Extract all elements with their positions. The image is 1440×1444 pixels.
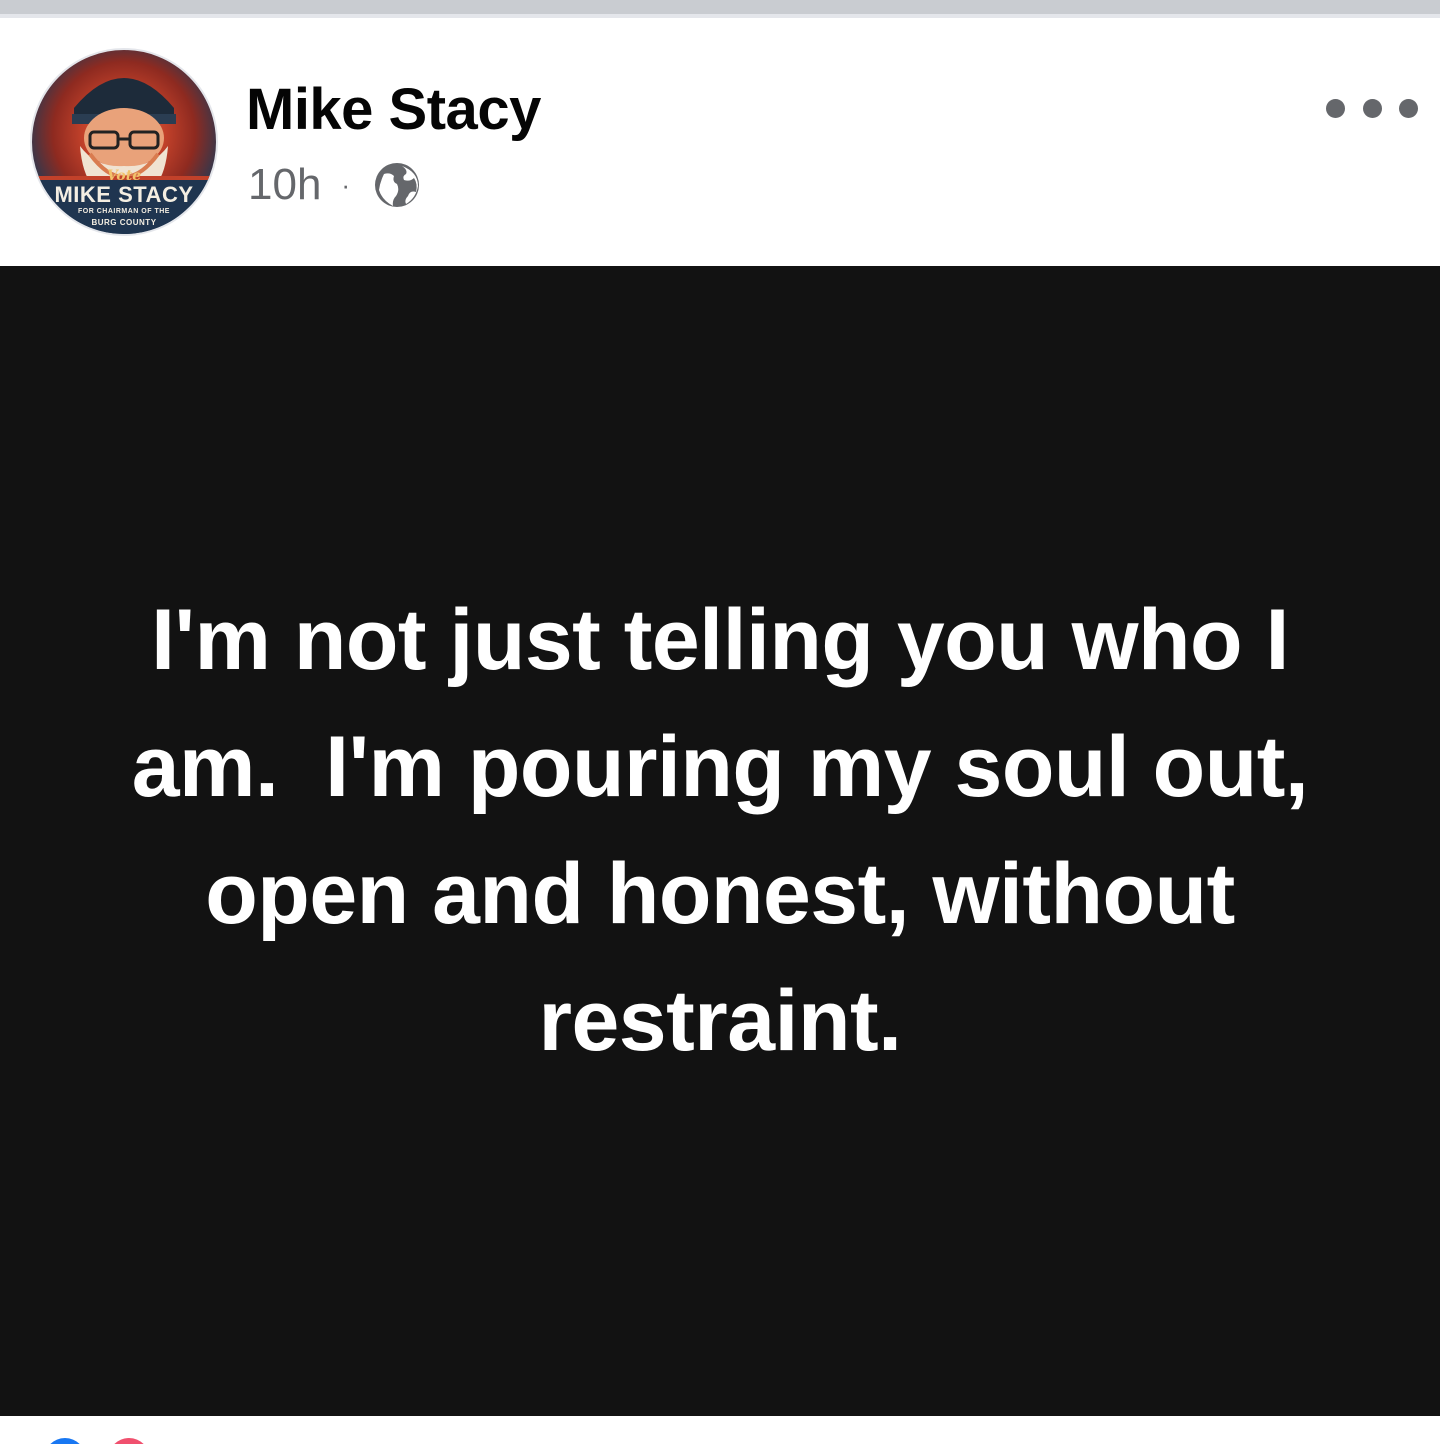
- globe-icon[interactable]: [372, 160, 422, 210]
- post-timestamp[interactable]: 10h: [248, 160, 321, 210]
- more-options-button[interactable]: [1326, 88, 1418, 128]
- reactions-bar: [0, 1416, 1440, 1444]
- author-avatar[interactable]: Vote MIKE STACY FOR CHAIRMAN OF THE BURG…: [30, 48, 218, 236]
- more-options-icon: [1326, 98, 1345, 118]
- more-options-icon: [1362, 98, 1382, 118]
- avatar-sub-text: FOR CHAIRMAN OF THE: [78, 208, 170, 215]
- meta-separator: ·: [341, 169, 351, 200]
- more-options-icon: [1399, 98, 1418, 118]
- post-image[interactable]: I'm not just telling you who I am. I'm p…: [0, 266, 1440, 1416]
- top-divider: [0, 0, 1440, 18]
- love-reaction-icon[interactable]: [108, 1438, 150, 1444]
- author-name[interactable]: Mike Stacy: [246, 76, 541, 143]
- post-meta: 10h ·: [248, 160, 422, 210]
- post-body-text: I'm not just telling you who I am. I'm p…: [131, 592, 1332, 1069]
- post-header: Vote MIKE STACY FOR CHAIRMAN OF THE BURG…: [0, 18, 1440, 266]
- avatar-sub-text-2: BURG COUNTY: [91, 218, 157, 227]
- avatar-name-text: MIKE STACY: [54, 182, 194, 207]
- like-reaction-icon[interactable]: [44, 1438, 86, 1444]
